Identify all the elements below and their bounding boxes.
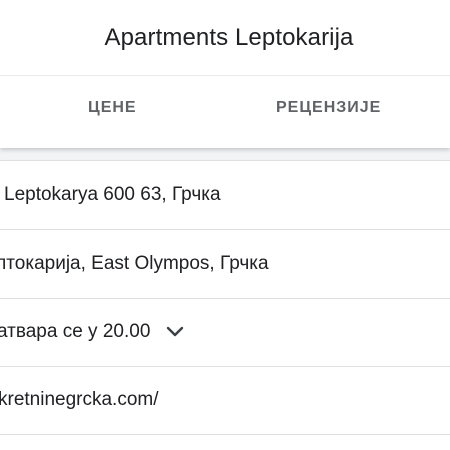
hours-row[interactable]: атвара се у 20.00 — [0, 298, 450, 367]
app-header: Apartments Leptokarija ЦЕНЕ РЕЦЕНЗИЈЕ — [0, 0, 450, 148]
locality-row[interactable]: птокарија, East Olympos, Грчка — [0, 230, 450, 299]
page-title: Apartments Leptokarija — [104, 24, 354, 51]
website-link[interactable]: kretninegrcka.com/ — [0, 389, 159, 411]
address-text: Leptokarya 600 63, Грчка — [4, 184, 221, 205]
section-gap — [0, 148, 450, 160]
hours-text: атвара се у 20.00 — [0, 321, 151, 342]
place-details-screen: Apartments Leptokarija ЦЕНЕ РЕЦЕНЗИЈЕ Le… — [0, 0, 450, 450]
tab-reviews[interactable]: РЕЦЕНЗИЈЕ — [276, 99, 381, 117]
address-row[interactable]: Leptokarya 600 63, Грчка — [0, 161, 450, 230]
tab-prices[interactable]: ЦЕНЕ — [88, 99, 137, 117]
chevron-down-icon[interactable] — [166, 326, 184, 338]
locality-text: птокарија, East Olympos, Грчка — [0, 253, 269, 274]
website-row[interactable]: kretninegrcka.com/ — [0, 366, 450, 435]
header-divider — [0, 75, 450, 76]
